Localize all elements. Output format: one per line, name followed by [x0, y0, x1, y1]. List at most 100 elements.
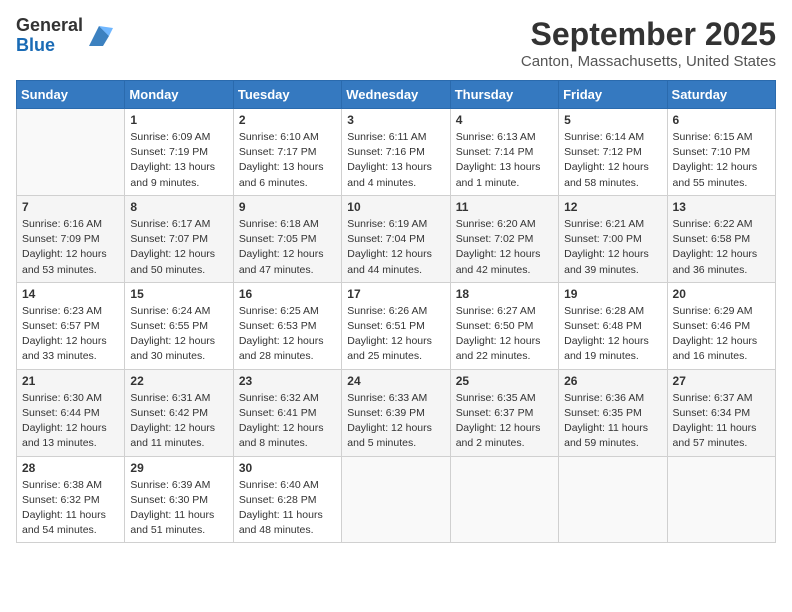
- day-info: Sunrise: 6:35 AMSunset: 6:37 PMDaylight:…: [456, 391, 553, 452]
- location: Canton, Massachusetts, United States: [521, 53, 776, 70]
- day-info: Sunrise: 6:25 AMSunset: 6:53 PMDaylight:…: [239, 304, 336, 365]
- col-header-tuesday: Tuesday: [233, 81, 341, 109]
- calendar-cell: 2 Sunrise: 6:10 AMSunset: 7:17 PMDaylight…: [233, 109, 341, 196]
- day-info: Sunrise: 6:28 AMSunset: 6:48 PMDaylight:…: [564, 304, 661, 365]
- calendar-week-row: 14 Sunrise: 6:23 AMSunset: 6:57 PMDayligh…: [17, 282, 776, 369]
- day-number: 30: [239, 461, 336, 475]
- day-number: 27: [673, 374, 770, 388]
- day-info: Sunrise: 6:16 AMSunset: 7:09 PMDaylight:…: [22, 217, 119, 278]
- day-number: 18: [456, 287, 553, 301]
- calendar-cell: 19 Sunrise: 6:28 AMSunset: 6:48 PMDayligh…: [559, 282, 667, 369]
- calendar-header-row: SundayMondayTuesdayWednesdayThursdayFrid…: [17, 81, 776, 109]
- day-info: Sunrise: 6:40 AMSunset: 6:28 PMDaylight:…: [239, 478, 336, 539]
- day-number: 23: [239, 374, 336, 388]
- day-info: Sunrise: 6:32 AMSunset: 6:41 PMDaylight:…: [239, 391, 336, 452]
- day-info: Sunrise: 6:11 AMSunset: 7:16 PMDaylight:…: [347, 130, 444, 191]
- calendar-cell: 3 Sunrise: 6:11 AMSunset: 7:16 PMDaylight…: [342, 109, 450, 196]
- calendar-week-row: 21Sunrise: 6:30 AMSunset: 6:44 PMDayligh…: [17, 369, 776, 456]
- day-number: 3: [347, 113, 444, 127]
- calendar-cell: 25 Sunrise: 6:35 AMSunset: 6:37 PMDayligh…: [450, 369, 558, 456]
- day-number: 20: [673, 287, 770, 301]
- day-info: Sunrise: 6:09 AMSunset: 7:19 PMDaylight:…: [130, 130, 227, 191]
- day-info: Sunrise: 6:26 AMSunset: 6:51 PMDaylight:…: [347, 304, 444, 365]
- calendar-cell: 16 Sunrise: 6:25 AMSunset: 6:53 PMDayligh…: [233, 282, 341, 369]
- day-number: 26: [564, 374, 661, 388]
- calendar-cell: 8 Sunrise: 6:17 AMSunset: 7:07 PMDaylight…: [125, 195, 233, 282]
- col-header-wednesday: Wednesday: [342, 81, 450, 109]
- calendar-cell: 21Sunrise: 6:30 AMSunset: 6:44 PMDayligh…: [17, 369, 125, 456]
- day-number: 28: [22, 461, 119, 475]
- day-number: 22: [130, 374, 227, 388]
- calendar-cell: 27 Sunrise: 6:37 AMSunset: 6:34 PMDayligh…: [667, 369, 775, 456]
- day-number: 13: [673, 200, 770, 214]
- calendar-cell: 24 Sunrise: 6:33 AMSunset: 6:39 PMDayligh…: [342, 369, 450, 456]
- calendar-cell: 14 Sunrise: 6:23 AMSunset: 6:57 PMDayligh…: [17, 282, 125, 369]
- day-info: Sunrise: 6:17 AMSunset: 7:07 PMDaylight:…: [130, 217, 227, 278]
- day-info: Sunrise: 6:14 AMSunset: 7:12 PMDaylight:…: [564, 130, 661, 191]
- calendar-cell: 5 Sunrise: 6:14 AMSunset: 7:12 PMDaylight…: [559, 109, 667, 196]
- day-number: 17: [347, 287, 444, 301]
- col-header-monday: Monday: [125, 81, 233, 109]
- day-number: 15: [130, 287, 227, 301]
- day-info: Sunrise: 6:30 AMSunset: 6:44 PMDaylight:…: [22, 391, 119, 452]
- day-info: Sunrise: 6:27 AMSunset: 6:50 PMDaylight:…: [456, 304, 553, 365]
- day-number: 5: [564, 113, 661, 127]
- day-info: Sunrise: 6:33 AMSunset: 6:39 PMDaylight:…: [347, 391, 444, 452]
- col-header-thursday: Thursday: [450, 81, 558, 109]
- calendar-cell: 11Sunrise: 6:20 AMSunset: 7:02 PMDayligh…: [450, 195, 558, 282]
- day-info: Sunrise: 6:37 AMSunset: 6:34 PMDaylight:…: [673, 391, 770, 452]
- logo-icon: [85, 22, 113, 50]
- day-info: Sunrise: 6:20 AMSunset: 7:02 PMDaylight:…: [456, 217, 553, 278]
- day-number: 2: [239, 113, 336, 127]
- day-number: 24: [347, 374, 444, 388]
- calendar-cell: [342, 456, 450, 543]
- calendar-week-row: 28 Sunrise: 6:38 AMSunset: 6:32 PMDayligh…: [17, 456, 776, 543]
- calendar-week-row: 1 Sunrise: 6:09 AMSunset: 7:19 PMDaylight…: [17, 109, 776, 196]
- day-number: 8: [130, 200, 227, 214]
- calendar-cell: [559, 456, 667, 543]
- calendar-cell: 1 Sunrise: 6:09 AMSunset: 7:19 PMDaylight…: [125, 109, 233, 196]
- day-info: Sunrise: 6:13 AMSunset: 7:14 PMDaylight:…: [456, 130, 553, 191]
- calendar-cell: [450, 456, 558, 543]
- col-header-friday: Friday: [559, 81, 667, 109]
- day-number: 16: [239, 287, 336, 301]
- col-header-sunday: Sunday: [17, 81, 125, 109]
- day-info: Sunrise: 6:31 AMSunset: 6:42 PMDaylight:…: [130, 391, 227, 452]
- day-info: Sunrise: 6:39 AMSunset: 6:30 PMDaylight:…: [130, 478, 227, 539]
- calendar-cell: 23 Sunrise: 6:32 AMSunset: 6:41 PMDayligh…: [233, 369, 341, 456]
- calendar-cell: 15Sunrise: 6:24 AMSunset: 6:55 PMDayligh…: [125, 282, 233, 369]
- logo-blue: Blue: [16, 35, 55, 55]
- calendar-table: SundayMondayTuesdayWednesdayThursdayFrid…: [16, 80, 776, 543]
- day-info: Sunrise: 6:22 AMSunset: 6:58 PMDaylight:…: [673, 217, 770, 278]
- day-number: 1: [130, 113, 227, 127]
- calendar-cell: 4Sunrise: 6:13 AMSunset: 7:14 PMDaylight…: [450, 109, 558, 196]
- calendar-cell: 26Sunrise: 6:36 AMSunset: 6:35 PMDayligh…: [559, 369, 667, 456]
- calendar-cell: 30 Sunrise: 6:40 AMSunset: 6:28 PMDayligh…: [233, 456, 341, 543]
- day-info: Sunrise: 6:19 AMSunset: 7:04 PMDaylight:…: [347, 217, 444, 278]
- day-info: Sunrise: 6:21 AMSunset: 7:00 PMDaylight:…: [564, 217, 661, 278]
- day-info: Sunrise: 6:23 AMSunset: 6:57 PMDaylight:…: [22, 304, 119, 365]
- day-number: 7: [22, 200, 119, 214]
- calendar-cell: 22 Sunrise: 6:31 AMSunset: 6:42 PMDayligh…: [125, 369, 233, 456]
- day-info: Sunrise: 6:29 AMSunset: 6:46 PMDaylight:…: [673, 304, 770, 365]
- calendar-cell: 6Sunrise: 6:15 AMSunset: 7:10 PMDaylight…: [667, 109, 775, 196]
- day-number: 19: [564, 287, 661, 301]
- title-block: September 2025 Canton, Massachusetts, Un…: [521, 16, 776, 70]
- day-number: 14: [22, 287, 119, 301]
- calendar-cell: 13 Sunrise: 6:22 AMSunset: 6:58 PMDayligh…: [667, 195, 775, 282]
- calendar-cell: 10Sunrise: 6:19 AMSunset: 7:04 PMDayligh…: [342, 195, 450, 282]
- calendar-cell: 17 Sunrise: 6:26 AMSunset: 6:51 PMDayligh…: [342, 282, 450, 369]
- day-info: Sunrise: 6:15 AMSunset: 7:10 PMDaylight:…: [673, 130, 770, 191]
- calendar-cell: 7 Sunrise: 6:16 AMSunset: 7:09 PMDaylight…: [17, 195, 125, 282]
- page-header: General Blue September 2025 Canton, Mass…: [16, 16, 776, 70]
- calendar-week-row: 7 Sunrise: 6:16 AMSunset: 7:09 PMDaylight…: [17, 195, 776, 282]
- day-info: Sunrise: 6:10 AMSunset: 7:17 PMDaylight:…: [239, 130, 336, 191]
- calendar-cell: 12Sunrise: 6:21 AMSunset: 7:00 PMDayligh…: [559, 195, 667, 282]
- day-info: Sunrise: 6:38 AMSunset: 6:32 PMDaylight:…: [22, 478, 119, 539]
- day-number: 9: [239, 200, 336, 214]
- col-header-saturday: Saturday: [667, 81, 775, 109]
- day-number: 29: [130, 461, 227, 475]
- logo-general: General: [16, 15, 83, 35]
- calendar-cell: [667, 456, 775, 543]
- day-number: 25: [456, 374, 553, 388]
